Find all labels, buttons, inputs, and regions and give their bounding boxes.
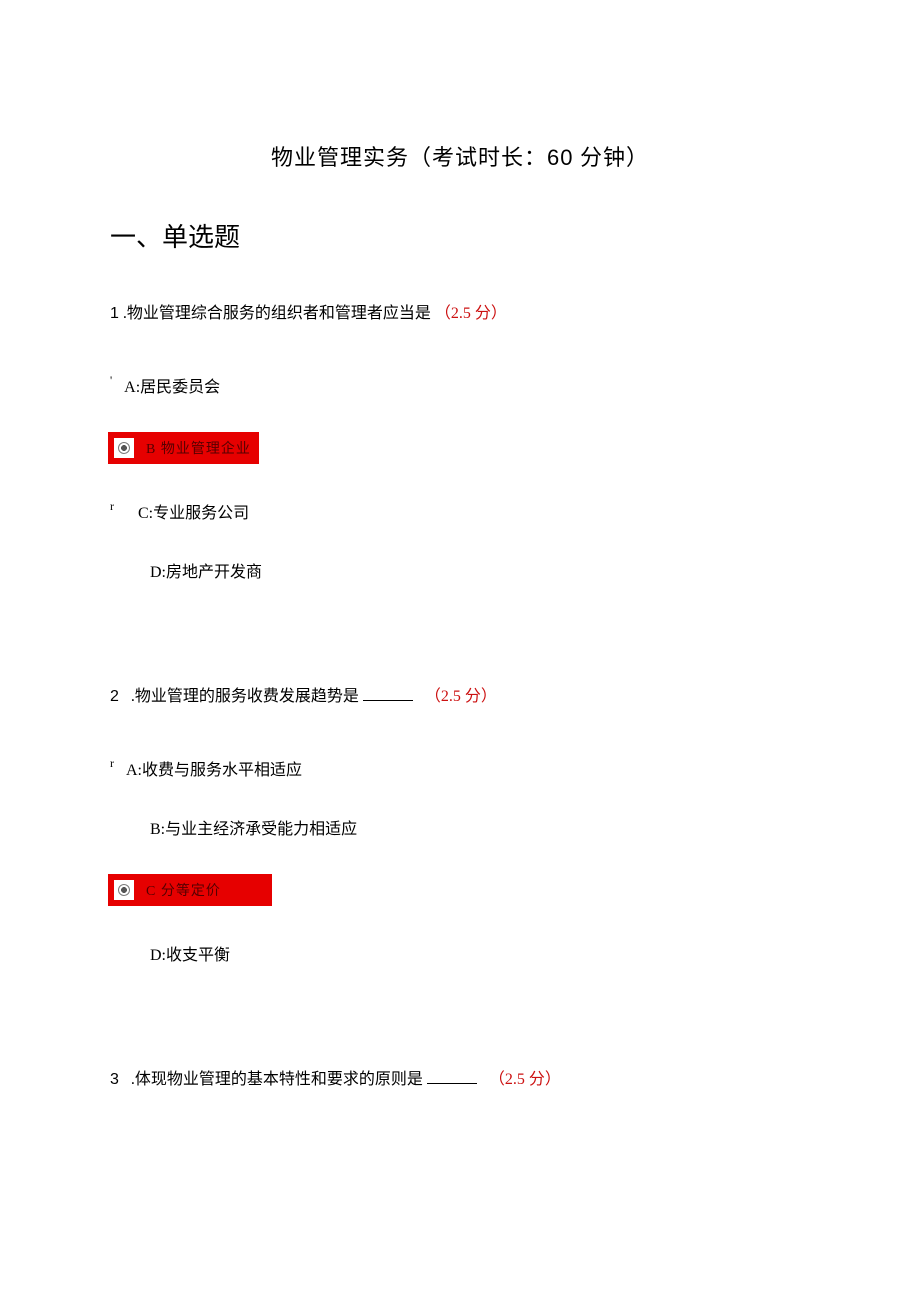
fill-blank — [427, 1083, 477, 1084]
option-b-selected[interactable]: B 物业管理企业 — [108, 432, 259, 464]
points-label: （2.5 分） — [435, 305, 507, 322]
option-c-selected[interactable]: C 分等定价 — [108, 874, 272, 906]
option-c-text: C:专业服务公司 — [138, 505, 249, 522]
option-d-text: D:房地产开发商 — [150, 564, 262, 581]
title-minutes: 60 — [547, 145, 573, 170]
question-stem: 3 .体现物业管理的基本特性和要求的原则是 （2.5 分） — [110, 1065, 810, 1089]
fill-blank — [363, 700, 413, 701]
option-d[interactable]: D:房地产开发商 — [110, 558, 810, 582]
points-label: （2.5 分） — [489, 1071, 561, 1088]
question-stem: 1 .物业管理综合服务的组织者和管理者应当是 （2.5 分） — [110, 299, 810, 323]
option-prefix-mark: r — [110, 756, 114, 770]
question-block: 2 .物业管理的服务收费发展趋势是 （2.5 分） rA:收费与服务水平相适应 … — [110, 682, 810, 965]
option-a-text: A:居民委员会 — [124, 379, 220, 396]
points-label: （2.5 分） — [425, 688, 497, 705]
option-d-text: D:收支平衡 — [150, 947, 230, 964]
title-prefix: 物业管理实务（考试时长： — [271, 145, 547, 170]
question-block: 3 .体现物业管理的基本特性和要求的原则是 （2.5 分） — [110, 1065, 810, 1089]
option-b[interactable]: B:与业主经济承受能力相适应 — [110, 815, 810, 839]
question-block: 1 .物业管理综合服务的组织者和管理者应当是 （2.5 分） 'A:居民委员会 … — [110, 299, 810, 582]
document-body: 物业管理实务（考试时长：60 分钟） 一、单选题 1 .物业管理综合服务的组织者… — [0, 0, 920, 1199]
option-c[interactable]: r C:专业服务公司 — [110, 499, 810, 523]
document-title: 物业管理实务（考试时长：60 分钟） — [110, 140, 810, 172]
option-b-text: B 物业管理企业 — [146, 442, 251, 457]
option-prefix-mark: r — [110, 499, 114, 513]
option-d[interactable]: D:收支平衡 — [110, 941, 810, 965]
radio-selected-icon — [114, 880, 134, 900]
option-prefix-mark: ' — [110, 373, 112, 387]
option-c-text: C 分等定价 — [146, 884, 221, 899]
radio-selected-icon — [114, 438, 134, 458]
question-text: .体现物业管理的基本特性和要求的原则是 — [131, 1071, 427, 1088]
option-b-text: B:与业主经济承受能力相适应 — [150, 821, 357, 838]
question-stem: 2 .物业管理的服务收费发展趋势是 （2.5 分） — [110, 682, 810, 706]
question-number: 1 — [110, 305, 119, 322]
option-a[interactable]: r A:收费与服务水平相适应 — [110, 756, 810, 780]
question-text: .物业管理的服务收费发展趋势是 — [131, 688, 363, 705]
question-text: .物业管理综合服务的组织者和管理者应当是 — [123, 305, 431, 322]
section-heading: 一、单选题 — [110, 217, 810, 254]
title-suffix: 分钟） — [573, 145, 649, 170]
question-number: 2 — [110, 688, 119, 705]
option-a-text: A:收费与服务水平相适应 — [126, 762, 302, 779]
option-a[interactable]: ' A:居民委员会 — [110, 373, 810, 397]
question-number: 3 — [110, 1071, 119, 1088]
